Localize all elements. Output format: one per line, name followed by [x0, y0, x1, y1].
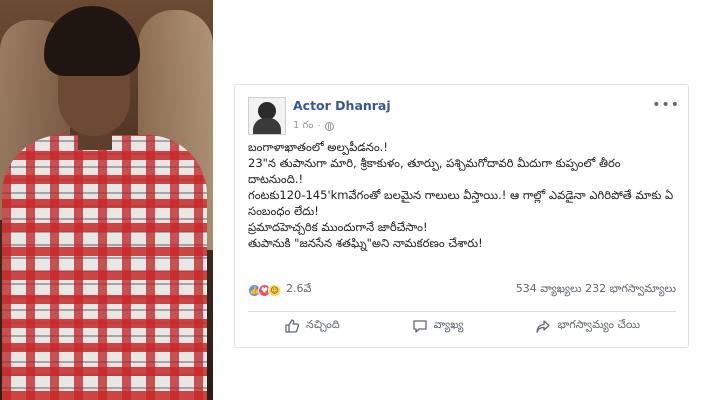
share-arrow-icon [536, 320, 551, 333]
post-line: గంటకు120-145'kmవేగంతో బలమైన గాలులు వీస్త… [248, 188, 674, 218]
more-options-icon[interactable]: ••• [652, 97, 680, 113]
facebook-post: Actor Dhanraj 1 గం · ••• బంగాళాఖాతంలో అల… [234, 84, 689, 348]
post-line: తుపానుకి "జనసేన శతఘ్ని"అని నామకరణం చేశార… [248, 236, 483, 250]
comments-count[interactable]: 534 వ్యాఖ్యలు [516, 282, 582, 295]
post-meta: 1 గం · [293, 119, 334, 133]
hair [44, 6, 140, 76]
post-line: బంగాళాఖాతంలో అల్పపీడనం.! [248, 140, 388, 154]
haha-icon: ☺ [268, 283, 281, 297]
reaction-count[interactable]: 2.6వే [286, 282, 311, 298]
reactions-summary[interactable]: 👍 ♥ ☺ 2.6వే [248, 282, 311, 298]
post-stats: 👍 ♥ ☺ 2.6వే 534 వ్యాఖ్యలు 232 భాగస్వామ్య… [248, 282, 676, 298]
thumbs-up-icon [285, 319, 300, 333]
share-button[interactable]: భాగస్వామ్యం చేయి [535, 318, 640, 334]
comment-bubble-icon [413, 320, 427, 333]
comment-button[interactable]: వ్యాఖ్య [412, 318, 464, 334]
avatar[interactable] [248, 97, 286, 135]
shares-count[interactable]: 232 భాగస్వామ్యాలు [585, 282, 676, 295]
engagement-counts: 534 వ్యాఖ్యలు 232 భాగస్వామ్యాలు [516, 282, 676, 298]
actor-photo [0, 0, 213, 400]
checked-shirt [2, 135, 207, 400]
globe-icon [324, 121, 334, 131]
like-button[interactable]: నచ్చింది [284, 318, 340, 334]
share-button-label: భాగస్వామ్యం చేయి [557, 318, 640, 331]
post-line: ప్రమాదహెచ్చరిక ముందుగానే జారీచేసాం! [248, 220, 428, 234]
post-body: బంగాళాఖాతంలో అల్పపీడనం.! 23"న తుపానుగా మ… [248, 139, 676, 251]
post-line: 23"న తుపానుగా మారి, శ్రీకాకుళం, తూర్పు, … [248, 156, 621, 186]
separator-dot: · [317, 120, 321, 132]
action-bar: నచ్చింది వ్యాఖ్య భాగస్వామ్యం చేయి [248, 311, 676, 340]
like-button-label: నచ్చింది [306, 318, 340, 331]
avatar-body [253, 118, 281, 134]
post-time[interactable]: 1 గం [293, 119, 313, 133]
author-name[interactable]: Actor Dhanraj [293, 98, 391, 113]
comment-button-label: వ్యాఖ్య [433, 318, 464, 331]
